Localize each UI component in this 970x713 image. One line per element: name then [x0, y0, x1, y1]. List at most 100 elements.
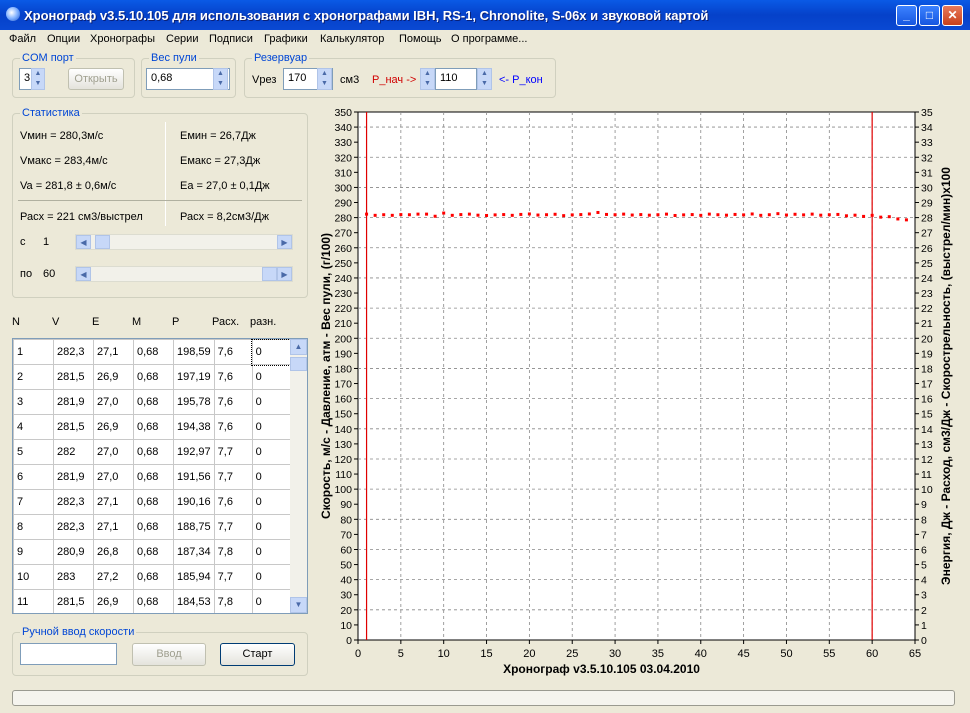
spin-down-icon[interactable]: ▼	[214, 79, 227, 89]
spin-down-icon[interactable]: ▼	[421, 79, 434, 89]
menu-about[interactable]: О программе...	[451, 33, 527, 45]
open-port-button[interactable]: Открыть	[68, 68, 124, 90]
table-cell[interactable]: 27,0	[93, 439, 134, 465]
table-row[interactable]: 11 281,5 26,9 0,68 184,53 7,8 0	[13, 589, 293, 613]
table-cell[interactable]: 0	[251, 589, 293, 613]
range-from-slider[interactable]: ◀ ▶	[75, 234, 293, 250]
enter-button[interactable]: Ввод	[132, 643, 206, 666]
table-vertical-scrollbar[interactable]: ▲ ▼	[290, 339, 307, 613]
table-cell[interactable]: 0,68	[133, 364, 174, 390]
menu-calculator[interactable]: Калькулятор	[320, 33, 384, 45]
table-cell[interactable]: 0,68	[133, 414, 174, 440]
table-cell[interactable]: 27,0	[93, 464, 134, 490]
table-cell[interactable]: 7,7	[213, 564, 253, 590]
table-cell[interactable]: 7,6	[213, 414, 253, 440]
table-cell[interactable]: 2	[13, 364, 54, 390]
menu-chronographs[interactable]: Хронографы	[90, 33, 155, 45]
maximize-icon[interactable]: □	[919, 5, 940, 26]
spin-down-icon[interactable]: ▼	[32, 79, 44, 89]
p-input[interactable]: 110	[435, 68, 477, 90]
table-cell[interactable]: 0,68	[133, 564, 174, 590]
range-to-slider[interactable]: ◀ ▶	[75, 266, 293, 282]
menu-captions[interactable]: Подписи	[209, 33, 253, 45]
table-cell[interactable]: 194,38	[173, 414, 215, 440]
table-cell[interactable]: 7,7	[213, 464, 253, 490]
range-from-thumb[interactable]	[95, 235, 110, 249]
table-cell[interactable]: 0,68	[133, 339, 174, 365]
table-cell[interactable]: 26,9	[93, 364, 134, 390]
table-cell[interactable]: 190,16	[173, 489, 215, 515]
spin-up-icon[interactable]: ▲	[32, 69, 44, 79]
table-cell[interactable]: 192,97	[173, 439, 215, 465]
table-cell[interactable]: 0,68	[133, 514, 174, 540]
table-row[interactable]: 6 281,9 27,0 0,68 191,56 7,7 0	[13, 464, 293, 490]
table-cell[interactable]: 7,6	[213, 364, 253, 390]
table-cell[interactable]: 1	[13, 339, 54, 365]
table-cell[interactable]: 8	[13, 514, 54, 540]
start-button[interactable]: Старт	[220, 643, 295, 666]
menu-series[interactable]: Серии	[166, 33, 198, 45]
table-cell[interactable]: 5	[13, 439, 54, 465]
table-cell[interactable]: 0	[251, 364, 293, 390]
table-cell[interactable]: 27,1	[93, 514, 134, 540]
table-cell[interactable]: 281,9	[53, 389, 94, 415]
table-cell[interactable]: 185,94	[173, 564, 215, 590]
table-cell[interactable]: 197,19	[173, 364, 215, 390]
table-cell[interactable]: 282,3	[53, 514, 94, 540]
table-cell[interactable]: 281,5	[53, 589, 94, 613]
table-cell[interactable]: 0	[251, 439, 293, 465]
table-cell[interactable]: 27,2	[93, 564, 134, 590]
table-cell[interactable]: 0	[251, 389, 293, 415]
table-cell[interactable]: 26,9	[93, 414, 134, 440]
table-cell[interactable]: 3	[13, 389, 54, 415]
table-cell[interactable]: 0	[251, 414, 293, 440]
table-cell[interactable]: 280,9	[53, 539, 94, 565]
table-row[interactable]: 1 282,3 27,1 0,68 198,59 7,6 0	[13, 339, 294, 366]
table-cell[interactable]: 10	[13, 564, 54, 590]
table-cell[interactable]: 0	[251, 339, 294, 366]
table-row[interactable]: 2 281,5 26,9 0,68 197,19 7,6 0	[13, 364, 293, 390]
table-cell[interactable]: 184,53	[173, 589, 215, 613]
table-row[interactable]: 9 280,9 26,8 0,68 187,34 7,8 0	[13, 539, 293, 565]
table-cell[interactable]: 7,6	[213, 339, 253, 365]
vrez-spinner[interactable]: ▲ ▼	[317, 68, 332, 90]
p-spinner-left[interactable]: ▲ ▼	[420, 68, 435, 90]
bullet-weight-spinner[interactable]: ▲ ▼	[213, 68, 228, 90]
spin-down-icon[interactable]: ▼	[318, 79, 331, 89]
table-cell[interactable]: 7,8	[213, 589, 253, 613]
scroll-down-icon[interactable]: ▼	[290, 597, 307, 613]
table-cell[interactable]: 282,3	[53, 339, 94, 365]
table-cell[interactable]: 282	[53, 439, 94, 465]
table-cell[interactable]: 7,7	[213, 514, 253, 540]
table-cell[interactable]: 11	[13, 589, 54, 613]
menu-file[interactable]: Файл	[9, 33, 36, 45]
table-cell[interactable]: 0,68	[133, 539, 174, 565]
close-icon[interactable]: ✕	[942, 5, 963, 26]
table-cell[interactable]: 0	[251, 489, 293, 515]
minimize-icon[interactable]: _	[896, 5, 917, 26]
table-cell[interactable]: 9	[13, 539, 54, 565]
table-cell[interactable]: 0,68	[133, 464, 174, 490]
spin-up-icon[interactable]: ▲	[318, 69, 331, 79]
table-row[interactable]: 5 282 27,0 0,68 192,97 7,7 0	[13, 439, 293, 465]
table-scroll-thumb[interactable]	[290, 357, 307, 371]
table-cell[interactable]: 0,68	[133, 439, 174, 465]
spin-down-icon[interactable]: ▼	[478, 79, 491, 89]
table-cell[interactable]: 188,75	[173, 514, 215, 540]
table-row[interactable]: 4 281,5 26,9 0,68 194,38 7,6 0	[13, 414, 293, 440]
table-cell[interactable]: 0	[251, 464, 293, 490]
table-cell[interactable]: 26,9	[93, 589, 134, 613]
table-cell[interactable]: 281,9	[53, 464, 94, 490]
manual-speed-input[interactable]	[20, 643, 117, 665]
scroll-left-icon[interactable]: ◀	[76, 235, 91, 249]
scroll-right-icon[interactable]: ▶	[277, 267, 292, 281]
menu-graphs[interactable]: Графики	[264, 33, 308, 45]
table-row[interactable]: 7 282,3 27,1 0,68 190,16 7,6 0	[13, 489, 293, 515]
table-cell[interactable]: 281,5	[53, 414, 94, 440]
table-cell[interactable]: 27,0	[93, 389, 134, 415]
table-cell[interactable]: 195,78	[173, 389, 215, 415]
table-cell[interactable]: 7,6	[213, 389, 253, 415]
com-port-spinner[interactable]: ▲ ▼	[31, 68, 45, 90]
shots-table[interactable]: 1 282,3 27,1 0,68 198,59 7,6 0 2 281,5 26,9 0,68 19…	[12, 338, 308, 614]
table-row[interactable]: 3 281,9 27,0 0,68 195,78 7,6 0	[13, 389, 293, 415]
